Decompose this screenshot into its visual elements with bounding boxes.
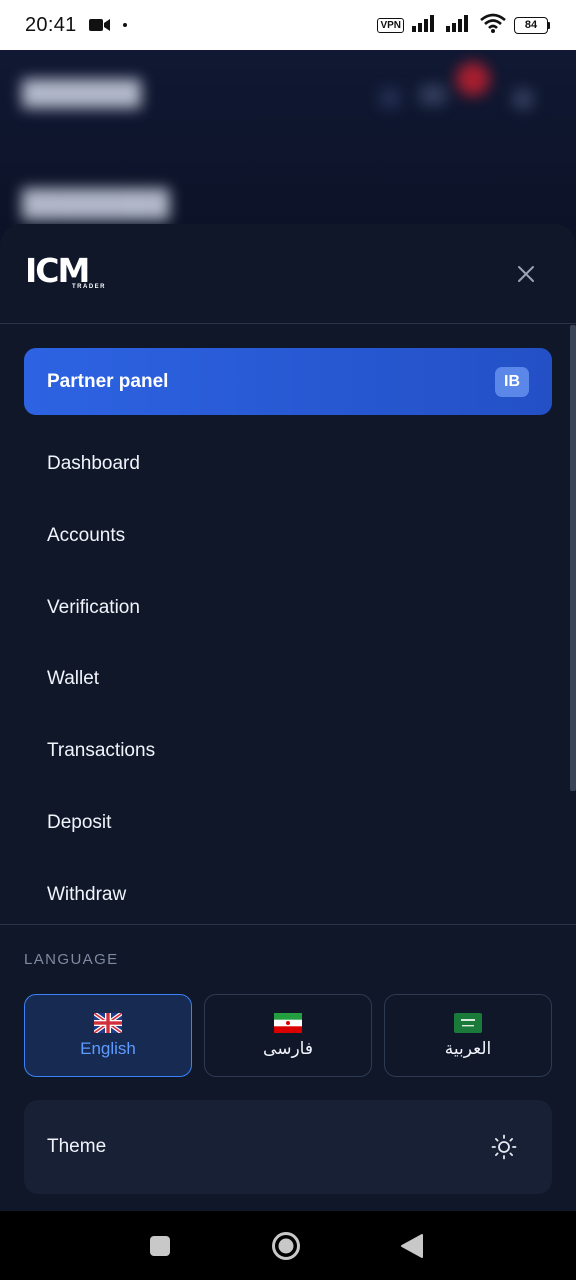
home-icon: [272, 1232, 300, 1260]
language-section: LANGUAGE English فارسی العربية Theme: [0, 924, 576, 1211]
language-label: العربية: [444, 1038, 492, 1058]
recent-apps-icon: [150, 1236, 170, 1256]
iran-flag-icon: [274, 1012, 302, 1033]
close-button[interactable]: [510, 258, 542, 290]
saudi-flag-icon: [454, 1012, 482, 1033]
nav-item-dashboard[interactable]: Dashboard: [24, 436, 552, 492]
vpn-icon: VPN: [377, 17, 404, 33]
nav-item-label: Verification: [47, 597, 140, 618]
wifi-icon: [480, 13, 506, 38]
status-left: 20:41: [25, 14, 127, 37]
nav-item-wallet[interactable]: Wallet: [24, 651, 552, 707]
language-label: English: [80, 1038, 136, 1058]
nav-item-label: Transactions: [47, 740, 156, 761]
video-camera-icon: [88, 18, 111, 32]
back-icon: [401, 1234, 423, 1258]
icm-trader-logo: ICM TRADER: [25, 251, 115, 296]
drawer-header: ICM TRADER: [0, 224, 576, 324]
nav-item-label: Withdraw: [47, 884, 127, 905]
uk-flag-icon: [94, 1012, 122, 1033]
nav-list: Partner panel IB Dashboard Accounts Veri…: [0, 325, 576, 923]
signal-icon: [446, 14, 472, 37]
partner-panel-label: Partner panel: [47, 370, 169, 392]
navigation-drawer: ICM TRADER Partner panel IB Dashboard Ac…: [0, 224, 576, 1211]
signal-icon: [412, 14, 438, 37]
dot-icon: [122, 23, 127, 27]
nav-item-label: Accounts: [47, 525, 126, 546]
theme-label: Theme: [47, 1136, 107, 1157]
scrollbar[interactable]: [570, 325, 576, 791]
nav-item-transactions[interactable]: Transactions: [24, 723, 552, 779]
language-heading: LANGUAGE: [24, 951, 119, 968]
nav-item-label: Wallet: [47, 668, 100, 689]
partner-panel-button[interactable]: Partner panel IB: [24, 348, 552, 415]
home-button[interactable]: [271, 1231, 301, 1261]
status-bar: 20:41 VPN 84: [0, 0, 576, 50]
sun-icon: [491, 1134, 517, 1160]
back-button[interactable]: [397, 1231, 427, 1261]
nav-item-verification[interactable]: Verification: [24, 580, 552, 636]
nav-item-label: Dashboard: [47, 453, 140, 474]
nav-item-deposit[interactable]: Deposit: [24, 795, 552, 851]
nav-item-label: Deposit: [47, 812, 112, 833]
language-option-arabic[interactable]: العربية: [384, 994, 552, 1077]
theme-toggle[interactable]: Theme: [24, 1100, 552, 1194]
battery-icon: 84: [514, 16, 550, 34]
background-title-blurred: ███████: [22, 80, 142, 107]
language-option-farsi[interactable]: فارسی: [204, 994, 372, 1077]
close-icon: [518, 266, 534, 282]
nav-item-withdraw[interactable]: Withdraw: [24, 867, 552, 923]
recent-apps-button[interactable]: [145, 1231, 175, 1261]
ib-badge: IB: [495, 366, 529, 397]
status-right: VPN 84: [377, 13, 550, 38]
background-page: ███████ ████████: [0, 50, 576, 250]
nav-item-accounts[interactable]: Accounts: [24, 508, 552, 564]
language-option-english[interactable]: English: [24, 994, 192, 1077]
logo-text: ICM: [25, 251, 90, 290]
status-time: 20:41: [25, 13, 77, 36]
language-label: فارسی: [263, 1038, 313, 1058]
logo-subtext: TRADER: [72, 284, 106, 290]
background-subtitle-blurred: ████████: [22, 188, 170, 218]
android-nav-bar: [0, 1211, 576, 1280]
battery-level: 84: [514, 16, 548, 34]
